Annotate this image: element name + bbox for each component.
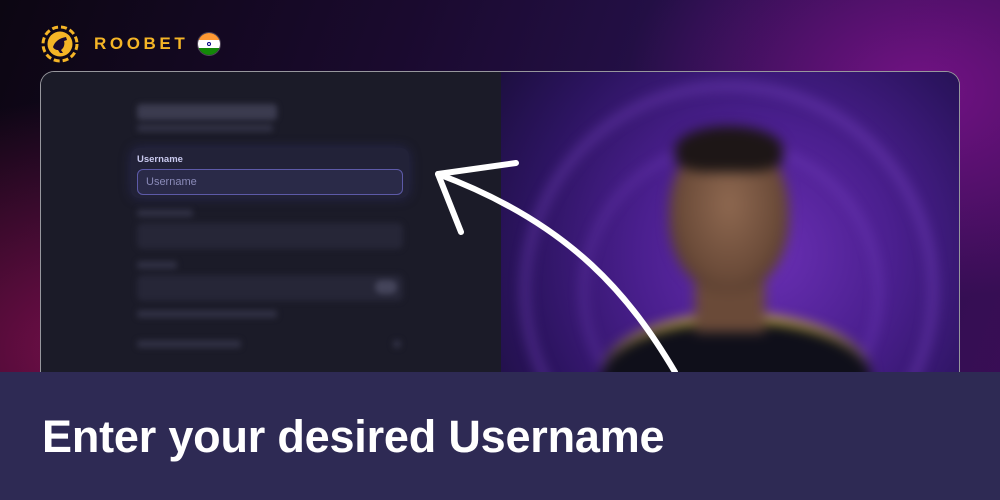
password-hint-placeholder xyxy=(137,310,277,318)
india-flag-icon xyxy=(198,33,221,55)
brand-header: ROOBET xyxy=(40,24,221,64)
email-label-placeholder xyxy=(137,209,193,217)
email-field-placeholder xyxy=(137,223,403,249)
roobet-logo-icon xyxy=(41,25,79,63)
brand-name: ROOBET xyxy=(94,34,189,53)
promo-image xyxy=(501,72,959,402)
password-visibility-icon xyxy=(375,280,397,294)
username-label: Username xyxy=(137,154,183,165)
password-field-placeholder xyxy=(137,275,403,301)
referral-label-placeholder xyxy=(137,340,241,348)
form-title-placeholder xyxy=(137,104,277,120)
username-input[interactable] xyxy=(137,169,403,195)
blurred-athlete-photo xyxy=(501,72,959,402)
signup-screenshot: Username xyxy=(40,71,960,403)
signup-form-panel: Username xyxy=(41,72,501,402)
form-subtitle-placeholder xyxy=(137,124,273,132)
caption-text: Enter your desired Username xyxy=(42,411,665,462)
chevron-down-icon xyxy=(393,340,401,348)
password-label-placeholder xyxy=(137,261,177,269)
